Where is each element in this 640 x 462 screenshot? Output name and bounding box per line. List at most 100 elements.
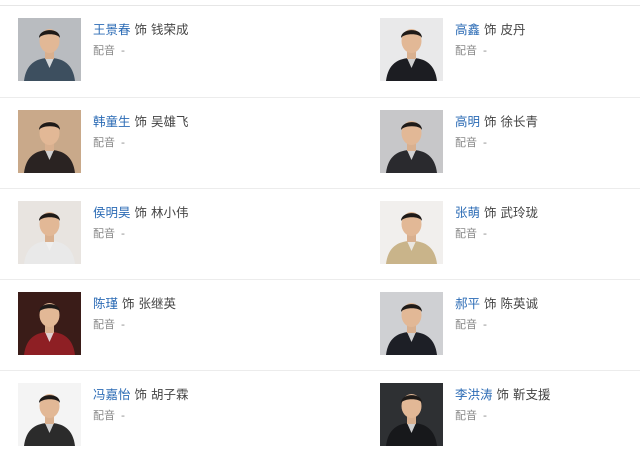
actor-photo[interactable]	[380, 201, 443, 264]
role-name: 武玲珑	[500, 205, 539, 220]
cast-name-line: 郝平饰陈英诚	[455, 296, 538, 312]
dub-value: -	[121, 44, 125, 57]
dub-value: -	[121, 409, 125, 422]
cast-info: 张萌饰武玲珑 配音 -	[455, 205, 538, 241]
dub-label: 配音	[93, 44, 115, 57]
actor-photo[interactable]	[380, 18, 443, 81]
as-label: 饰	[484, 296, 497, 311]
actor-name-link[interactable]: 李洪涛	[455, 387, 493, 402]
cast-member: 陈瑾饰张继英 配音 -	[18, 292, 318, 356]
as-label: 饰	[484, 22, 497, 37]
as-label: 饰	[134, 387, 148, 402]
dub-label: 配音	[93, 318, 115, 331]
dub-label: 配音	[93, 409, 115, 422]
actor-photo[interactable]	[380, 383, 443, 446]
cast-info: 高明饰徐长青 配音 -	[455, 114, 538, 150]
dub-value: -	[121, 136, 125, 149]
cast-row: 王景春饰钱荣成 配音 - 高鑫饰皮丹 配音 -	[0, 6, 640, 97]
role-name: 钱荣成	[151, 22, 189, 37]
role-name: 皮丹	[500, 22, 526, 37]
dub-line: 配音 -	[93, 318, 176, 332]
cast-info: 侯明昊饰林小伟 配音 -	[93, 205, 189, 241]
as-label: 饰	[134, 114, 148, 129]
actor-photo[interactable]	[18, 201, 81, 264]
role-name: 徐长青	[500, 114, 539, 129]
actor-name-link[interactable]: 王景春	[93, 22, 131, 37]
actor-name-link[interactable]: 郝平	[455, 296, 480, 311]
cast-member: 侯明昊饰林小伟 配音 -	[18, 201, 318, 265]
dub-label: 配音	[455, 136, 477, 149]
cast-info: 冯嘉怡饰胡子霖 配音 -	[93, 387, 189, 423]
cast-name-line: 李洪涛饰靳支援	[455, 387, 551, 403]
dub-label: 配音	[455, 44, 477, 57]
as-label: 饰	[122, 296, 135, 311]
dub-line: 配音 -	[93, 136, 189, 150]
cast-name-line: 侯明昊饰林小伟	[93, 205, 189, 221]
cast-member: 韩童生饰吴雄飞 配音 -	[18, 110, 318, 174]
actor-photo[interactable]	[18, 110, 81, 173]
cast-member: 高明饰徐长青 配音 -	[380, 110, 640, 174]
as-label: 饰	[134, 205, 148, 220]
cast-name-line: 冯嘉怡饰胡子霖	[93, 387, 189, 403]
cast-member: 王景春饰钱荣成 配音 -	[18, 18, 318, 82]
actor-photo[interactable]	[18, 383, 81, 446]
cast-name-line: 韩童生饰吴雄飞	[93, 114, 189, 130]
cast-info: 韩童生饰吴雄飞 配音 -	[93, 114, 189, 150]
cast-member: 冯嘉怡饰胡子霖 配音 -	[18, 383, 318, 447]
cast-row: 韩童生饰吴雄飞 配音 - 高明饰徐长青 配音 -	[0, 97, 640, 189]
as-label: 饰	[484, 114, 497, 129]
dub-value: -	[483, 318, 487, 331]
actor-name-link[interactable]: 侯明昊	[93, 205, 131, 220]
dub-line: 配音 -	[455, 44, 526, 58]
actor-name-link[interactable]: 冯嘉怡	[93, 387, 131, 402]
cast-name-line: 张萌饰武玲珑	[455, 205, 538, 221]
actor-name-link[interactable]: 高明	[455, 114, 480, 129]
as-label: 饰	[496, 387, 510, 402]
role-name: 林小伟	[151, 205, 189, 220]
role-name: 胡子霖	[151, 387, 189, 402]
dub-label: 配音	[455, 318, 477, 331]
cast-row: 冯嘉怡饰胡子霖 配音 - 李洪涛饰靳支援 配音 -	[0, 370, 640, 462]
dub-value: -	[121, 318, 125, 331]
cast-row: 侯明昊饰林小伟 配音 - 张萌饰武玲珑 配音 -	[0, 188, 640, 280]
actor-name-link[interactable]: 陈瑾	[93, 296, 118, 311]
role-name: 吴雄飞	[151, 114, 189, 129]
actor-name-link[interactable]: 韩童生	[93, 114, 131, 129]
actor-name-link[interactable]: 高鑫	[455, 22, 480, 37]
dub-line: 配音 -	[455, 318, 538, 332]
cast-member: 张萌饰武玲珑 配音 -	[380, 201, 640, 265]
cast-name-line: 王景春饰钱荣成	[93, 22, 189, 38]
role-name: 靳支援	[513, 387, 551, 402]
actor-name-link[interactable]: 张萌	[455, 205, 480, 220]
cast-info: 王景春饰钱荣成 配音 -	[93, 22, 189, 58]
dub-label: 配音	[93, 136, 115, 149]
actor-photo[interactable]	[380, 292, 443, 355]
dub-line: 配音 -	[455, 227, 538, 241]
actor-photo[interactable]	[18, 292, 81, 355]
dub-value: -	[483, 409, 487, 422]
cast-info: 高鑫饰皮丹配音 -	[455, 22, 526, 58]
dub-line: 配音 -	[93, 409, 189, 423]
cast-info: 陈瑾饰张继英 配音 -	[93, 296, 176, 332]
cast-name-line: 高明饰徐长青	[455, 114, 538, 130]
cast-member: 李洪涛饰靳支援 配音 -	[380, 383, 640, 447]
cast-name-line: 陈瑾饰张继英	[93, 296, 176, 312]
cast-row: 陈瑾饰张继英 配音 - 郝平饰陈英诚 配音 -	[0, 279, 640, 371]
cast-list: 王景春饰钱荣成 配音 - 高鑫饰皮丹 配音 - 韩童生饰吴雄飞 配音 - 高明饰徐长青 配音 - 侯明昊…	[0, 0, 640, 459]
dub-label: 配音	[455, 227, 477, 240]
dub-value: -	[483, 136, 487, 149]
dub-value: -	[483, 227, 487, 240]
dub-line: 配音 -	[93, 227, 189, 241]
actor-photo[interactable]	[380, 110, 443, 173]
role-name: 陈英诚	[500, 296, 539, 311]
as-label: 饰	[134, 22, 148, 37]
dub-value: -	[483, 44, 487, 57]
dub-line: 配音 -	[93, 44, 189, 58]
cast-info: 郝平饰陈英诚 配音 -	[455, 296, 538, 332]
dub-line: 配音 -	[455, 136, 538, 150]
cast-name-line: 高鑫饰皮丹	[455, 22, 526, 38]
dub-label: 配音	[455, 409, 477, 422]
dub-line: 配音 -	[455, 409, 551, 423]
actor-photo[interactable]	[18, 18, 81, 81]
cast-member: 高鑫饰皮丹配音 -	[380, 18, 640, 82]
